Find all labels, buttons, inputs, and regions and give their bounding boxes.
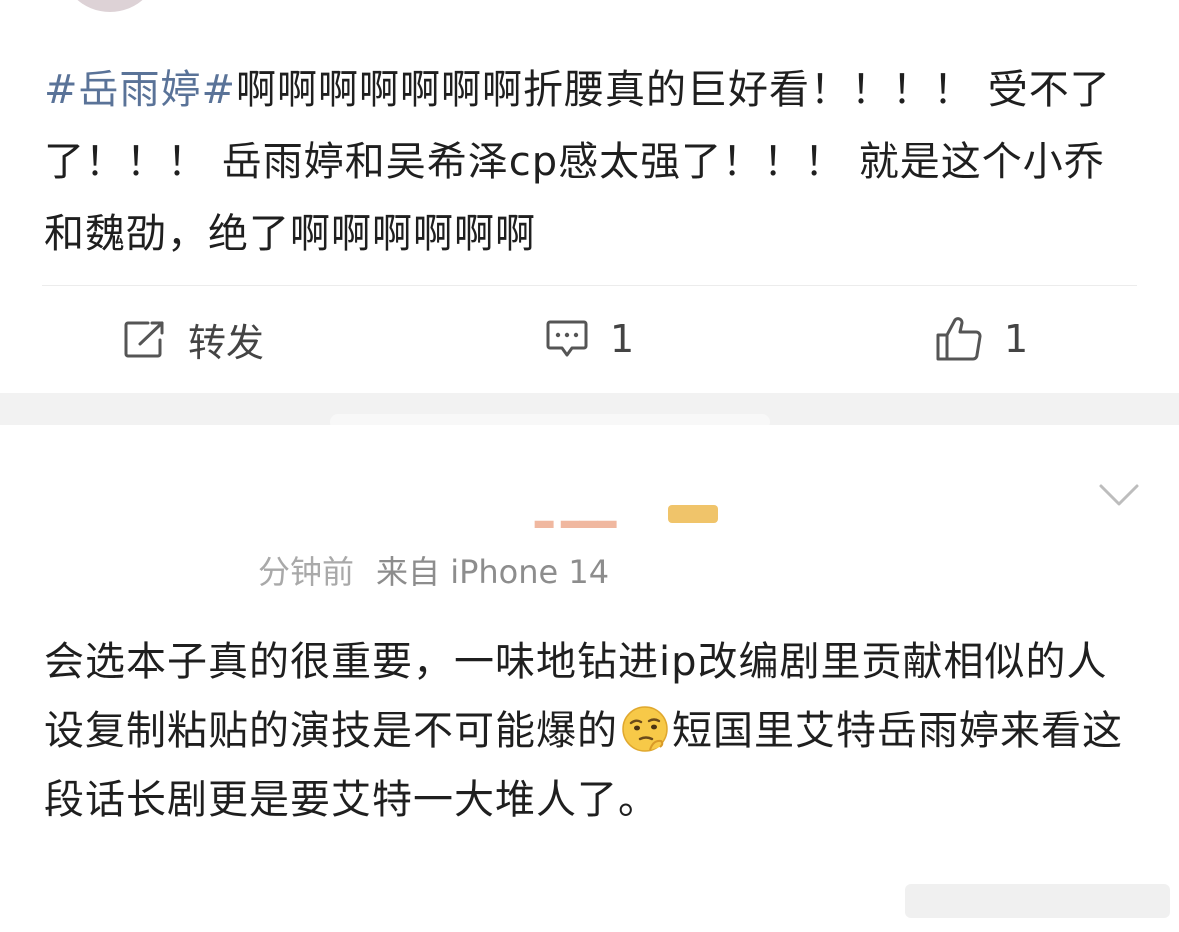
repost-label: 转发 [188, 320, 265, 365]
comment-button[interactable]: 1 [546, 314, 634, 364]
comment-meta: 分钟前 来自 iPhone 14 [258, 547, 609, 593]
user-badge [668, 505, 718, 523]
post-meta: ▔▔▔▔ [258, 0, 350, 13]
comment-author[interactable]: ▂ ▂▂▂ [535, 500, 616, 528]
avatar[interactable] [60, 0, 160, 12]
post-body: #岳雨婷#啊啊啊啊啊啊啊折腰真的巨好看！！！！ 受不了了！！！ 岳雨婷和吴希泽c… [44, 54, 1144, 270]
post-card: ▔▔▔▔ #岳雨婷#啊啊啊啊啊啊啊折腰真的巨好看！！！！ 受不了了！！！ 岳雨婷… [0, 0, 1179, 393]
hashtag-link[interactable]: #岳雨婷# [44, 67, 236, 113]
comment-source: 来自 iPhone 14 [376, 553, 610, 591]
like-count: 1 [1004, 317, 1029, 361]
comment-body: 会选本子真的很重要，一味地钻进ip改编剧里贡献相似的人设复制粘贴的演技是不可能爆… [44, 628, 1124, 835]
comment-time: 分钟前 [258, 553, 355, 591]
watermark [905, 884, 1170, 918]
repost-button[interactable]: 转发 [124, 314, 265, 365]
comment-count: 1 [610, 317, 635, 361]
like-button[interactable]: 1 [936, 314, 1028, 364]
thumbs-up-icon [936, 317, 982, 361]
thinking-face-emoji [620, 704, 670, 754]
comment-icon [546, 319, 588, 359]
chevron-down-icon[interactable] [1098, 482, 1140, 512]
divider [42, 285, 1137, 286]
repost-icon [124, 320, 166, 358]
